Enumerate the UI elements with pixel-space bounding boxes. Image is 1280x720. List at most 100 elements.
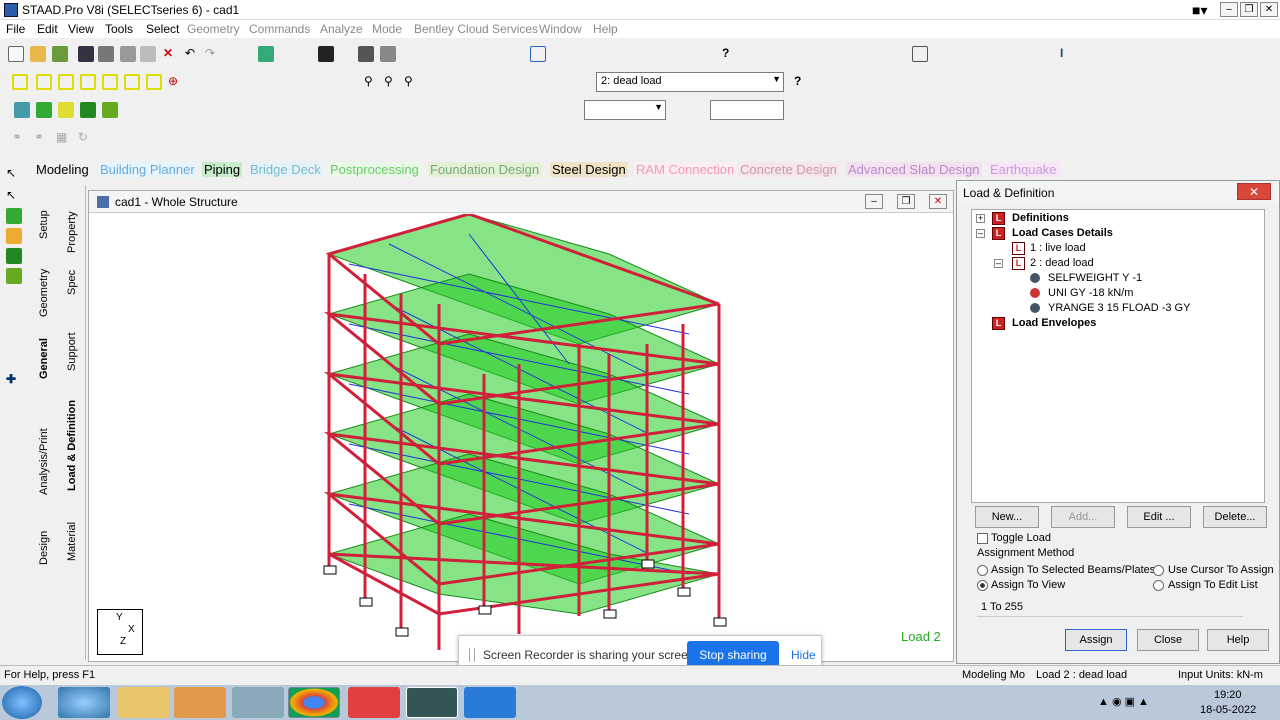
tab-general[interactable]: General <box>38 338 50 379</box>
tab-modeling[interactable]: Modeling <box>34 162 91 177</box>
tab-setup[interactable]: Setup <box>38 210 50 239</box>
user-icon[interactable]: ■▾ <box>1192 2 1212 18</box>
tree-case-live-load[interactable]: 1 : live load <box>1030 242 1086 254</box>
tree-load-cases[interactable]: Load Cases Details <box>1012 227 1113 239</box>
start-button[interactable] <box>2 686 42 719</box>
unlink-icon[interactable]: ⚭ <box>34 130 50 146</box>
rotate-icon[interactable]: ⊕ <box>168 74 184 90</box>
view-restore-button[interactable]: ❐ <box>897 194 915 209</box>
undo-icon[interactable]: ↶ <box>185 46 201 62</box>
view-back-icon[interactable] <box>58 74 74 90</box>
help-icon[interactable]: ? <box>794 74 810 90</box>
report-icon[interactable] <box>380 46 396 62</box>
tab-bridge-deck[interactable]: Bridge Deck <box>248 162 323 177</box>
select-beam-icon[interactable] <box>14 102 30 118</box>
view-close-button[interactable]: ✕ <box>929 194 947 209</box>
collapse-load-cases-icon[interactable]: – <box>976 229 985 238</box>
tab-material[interactable]: Material <box>66 522 78 561</box>
menu-commands[interactable]: Commands <box>249 22 310 36</box>
node-tool-icon[interactable]: ▦ <box>56 130 72 146</box>
tab-property[interactable]: Property <box>66 211 78 253</box>
beam-icon[interactable] <box>912 46 928 62</box>
zoom-in-icon[interactable]: ⚲ <box>364 74 380 90</box>
collapse-case2-icon[interactable]: – <box>994 259 1003 268</box>
refresh-icon[interactable]: ↻ <box>78 130 94 146</box>
wrench-icon[interactable] <box>318 46 334 62</box>
copy-icon[interactable] <box>140 46 156 62</box>
filter-select[interactable]: ▼ <box>584 100 666 120</box>
range-field[interactable]: 1 To 255 <box>977 599 1243 617</box>
help-question-icon[interactable]: ? <box>722 46 738 62</box>
tab-geometry[interactable]: Geometry <box>38 269 50 317</box>
wps-icon[interactable] <box>348 687 400 718</box>
menu-select[interactable]: Select <box>146 22 179 36</box>
add-button[interactable]: Add... <box>1051 506 1115 528</box>
i-section-icon[interactable]: I <box>1060 46 1076 62</box>
tool-app-icon[interactable] <box>232 687 284 718</box>
menu-view[interactable]: View <box>68 22 94 36</box>
minimize-button[interactable]: – <box>1220 2 1238 17</box>
load-tree[interactable]: + L Definitions – L Load Cases Details L… <box>971 209 1265 503</box>
select-surface-icon[interactable] <box>102 102 118 118</box>
select-solid-icon[interactable] <box>80 102 96 118</box>
menu-mode[interactable]: Mode <box>372 22 402 36</box>
menu-edit[interactable]: Edit <box>37 22 58 36</box>
plate-cursor-icon[interactable] <box>6 228 22 244</box>
view-top-icon[interactable] <box>124 74 140 90</box>
tab-building-planner[interactable]: Building Planner <box>98 162 197 177</box>
magic-tool-icon[interactable] <box>258 46 274 62</box>
tab-analysis-print[interactable]: Analysis/Print <box>38 428 50 495</box>
tab-ram-connection[interactable]: RAM Connection <box>634 162 737 177</box>
save-icon[interactable] <box>78 46 94 62</box>
value-input[interactable] <box>710 100 784 120</box>
tab-advanced-slab-design[interactable]: Advanced Slab Design <box>846 162 982 177</box>
ie-icon[interactable] <box>58 687 110 718</box>
expand-definitions-icon[interactable]: + <box>976 214 985 223</box>
select-plate-icon[interactable] <box>58 102 74 118</box>
new-file-icon[interactable] <box>8 46 24 62</box>
radio-use-cursor[interactable] <box>1153 565 1164 576</box>
panel-close-btn[interactable]: Close <box>1137 629 1199 651</box>
tab-support[interactable]: Support <box>66 332 78 371</box>
hide-button[interactable]: Hide <box>791 648 816 662</box>
panel-close-button[interactable]: ✕ <box>1237 183 1271 200</box>
structure-model[interactable] <box>89 214 953 662</box>
view-iso-icon[interactable] <box>12 74 28 90</box>
solid-cursor-icon[interactable] <box>6 248 22 264</box>
chrome-icon[interactable] <box>288 687 340 718</box>
tab-piping[interactable]: Piping <box>202 162 243 177</box>
close-button[interactable]: ✕ <box>1260 2 1278 17</box>
table-icon[interactable] <box>530 46 546 62</box>
panel-help-button[interactable]: Help <box>1207 629 1269 651</box>
select-node-icon[interactable] <box>36 102 52 118</box>
menu-window[interactable]: Window <box>539 22 582 36</box>
toggle-load-checkbox[interactable] <box>977 533 988 544</box>
menu-bentley-cloud[interactable]: Bentley Cloud Services <box>414 22 538 36</box>
tab-postprocessing[interactable]: Postprocessing <box>328 162 421 177</box>
tree-definitions[interactable]: Definitions <box>1012 212 1069 224</box>
tab-concrete-design[interactable]: Concrete Design <box>738 162 839 177</box>
tree-case-dead-load[interactable]: 2 : dead load <box>1030 257 1094 269</box>
link-icon[interactable]: ⚭ <box>12 130 28 146</box>
radio-edit-list[interactable] <box>1153 580 1164 591</box>
view-front-icon[interactable] <box>36 74 52 90</box>
drag-handle-icon[interactable] <box>469 648 475 662</box>
tab-steel-design[interactable]: Steel Design <box>550 162 628 177</box>
radio-selected-beams[interactable] <box>977 565 988 576</box>
geometry-cursor-icon[interactable] <box>6 268 22 284</box>
menu-file[interactable]: File <box>6 22 25 36</box>
zoom-window-icon[interactable]: ⚲ <box>404 74 420 90</box>
print-preview-icon[interactable] <box>358 46 374 62</box>
view-minimize-button[interactable]: – <box>865 194 883 209</box>
staad-icon[interactable] <box>406 687 458 718</box>
select-cursor-icon[interactable]: ↖ <box>6 188 22 204</box>
open-folder-icon[interactable] <box>30 46 46 62</box>
tab-load-definition[interactable]: Load & Definition <box>66 400 78 491</box>
tree-uniform-load[interactable]: UNI GY -18 kN/m <box>1048 287 1133 299</box>
menu-tools[interactable]: Tools <box>105 22 133 36</box>
new-button[interactable]: New... <box>975 506 1039 528</box>
view-bottom-icon[interactable] <box>146 74 162 90</box>
assign-button[interactable]: Assign <box>1065 629 1127 651</box>
cut-icon[interactable] <box>120 46 136 62</box>
move-icon[interactable]: ✚ <box>6 372 22 388</box>
